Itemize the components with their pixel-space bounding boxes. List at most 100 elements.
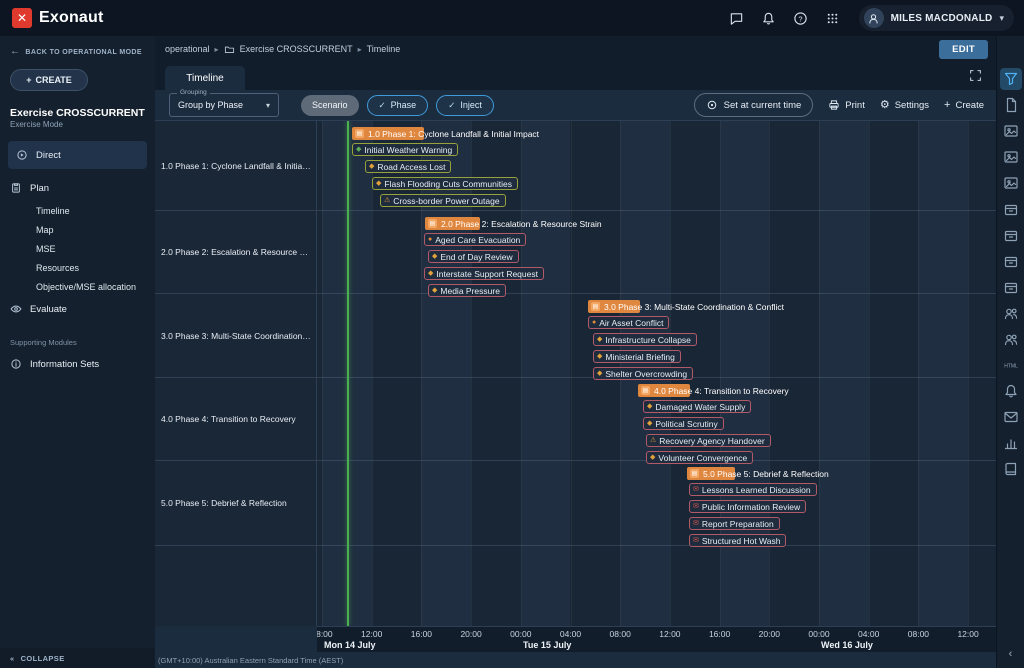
edit-button[interactable]: EDIT xyxy=(939,40,988,59)
phase-bar[interactable]: ▤ 1.0 Phase 1: Cyclone Landfall & Initial… xyxy=(352,127,539,140)
archive-icon[interactable] xyxy=(1000,250,1022,272)
exercise-mode-label: Exercise Mode xyxy=(0,120,155,139)
inject-item[interactable]: ◆Interstate Support Request xyxy=(424,267,544,280)
help-icon[interactable]: ? xyxy=(787,4,815,32)
create-timeline-item-button[interactable]: + Create xyxy=(944,100,984,111)
breadcrumb-timeline[interactable]: Timeline xyxy=(367,44,401,54)
inject-item[interactable]: ◆Damaged Water Supply xyxy=(643,400,751,413)
sidebar-collapse-button[interactable]: « COLLAPSE xyxy=(0,648,155,668)
card-icon[interactable] xyxy=(1000,120,1022,142)
mail-icon[interactable] xyxy=(1000,406,1022,428)
book-icon[interactable] xyxy=(1000,458,1022,480)
phase-row-label: 4.0 Phase 4: Transition to Recovery xyxy=(155,378,316,461)
document-icon[interactable] xyxy=(1000,94,1022,116)
phase-icon: ▤ xyxy=(690,469,699,478)
archive-icon[interactable] xyxy=(1000,276,1022,298)
phase-icon: ▤ xyxy=(355,129,364,138)
filter-icon[interactable] xyxy=(1000,68,1022,90)
archive-icon[interactable] xyxy=(1000,198,1022,220)
inject-item[interactable]: ⚠Recovery Agency Handover xyxy=(646,434,771,447)
topbar: ✕ Exonaut ? MILES MACDONALD ▾ xyxy=(0,0,1024,36)
avatar xyxy=(864,8,884,28)
back-to-operational-mode-link[interactable]: ← BACK TO OPERATIONAL MODE xyxy=(0,36,155,61)
bell-icon[interactable] xyxy=(1000,380,1022,402)
sidebar-item-evaluate[interactable]: Evaluate xyxy=(0,296,155,322)
phase-bar-label: 1.0 Phase 1: Cyclone Landfall & Initial … xyxy=(368,129,539,139)
inject-item[interactable]: ⚠Cross-border Power Outage xyxy=(380,194,506,207)
sidebar-item-information-sets[interactable]: Information Sets xyxy=(0,351,155,377)
sidebar-item-timeline[interactable]: Timeline xyxy=(0,201,155,220)
phase-group-row: ▤3.0 Phase 3: Multi-State Coordination &… xyxy=(317,294,996,378)
sidebar-item-map[interactable]: Map xyxy=(0,220,155,239)
inject-item[interactable]: ✉Public Information Review xyxy=(689,500,806,513)
inject-label: Volunteer Convergence xyxy=(658,453,747,463)
inject-type-icon: ◆ xyxy=(647,403,652,410)
inject-item[interactable]: ◆Road Access Lost xyxy=(365,160,451,173)
phase-bar[interactable]: ▤2.0 Phase 2: Escalation & Resource Stra… xyxy=(425,217,602,230)
card-icon[interactable] xyxy=(1000,172,1022,194)
inject-item[interactable]: ✉Lessons Learned Discussion xyxy=(689,483,817,496)
inject-item[interactable]: ◆Volunteer Convergence xyxy=(646,451,753,464)
inject-type-icon: ⚠ xyxy=(650,437,656,444)
phase-bar[interactable]: ▤4.0 Phase 4: Transition to Recovery xyxy=(638,384,789,397)
topbar-actions: ? MILES MACDONALD ▾ xyxy=(723,4,1014,32)
phase-bar[interactable]: ▤3.0 Phase 3: Multi-State Coordination &… xyxy=(588,300,784,313)
timeline-grid[interactable]: ▤ 1.0 Phase 1: Cyclone Landfall & Initial… xyxy=(317,121,996,626)
user-menu[interactable]: MILES MACDONALD ▾ xyxy=(859,5,1014,31)
sidebar-item-direct[interactable]: Direct xyxy=(8,141,147,169)
grouping-select[interactable]: Grouping Group by Phase ▾ xyxy=(169,93,279,117)
create-button[interactable]: + CREATE xyxy=(10,69,88,91)
fullscreen-icon[interactable] xyxy=(969,69,982,82)
archive-icon[interactable] xyxy=(1000,224,1022,246)
chip-inject[interactable]: ✓ Inject xyxy=(436,95,494,116)
sidebar-item-objective-mse-allocation[interactable]: Objective/MSE allocation xyxy=(0,277,155,296)
phase-row-label: 1.0 Phase 1: Cyclone Landfall & Initial … xyxy=(155,121,316,211)
inject-item[interactable]: ◆Media Pressure xyxy=(428,284,506,297)
inject-item[interactable]: ◆Shelter Overcrowding xyxy=(593,367,693,380)
inject-item[interactable]: ◆End of Day Review xyxy=(428,250,519,263)
day-label: Mon 14 July xyxy=(324,640,376,650)
users-icon[interactable] xyxy=(1000,302,1022,324)
back-arrow-icon: ← xyxy=(10,47,20,57)
apps-grid-icon[interactable] xyxy=(819,4,847,32)
chart-icon[interactable] xyxy=(1000,432,1022,454)
app-logo[interactable]: ✕ Exonaut xyxy=(12,8,104,28)
notifications-bell-icon[interactable] xyxy=(755,4,783,32)
phase-bar-label: 4.0 Phase 4: Transition to Recovery xyxy=(654,386,789,396)
inject-item[interactable]: ◆Ministerial Briefing xyxy=(593,350,681,363)
time-axis: 08:0012:0016:0020:0000:0004:0008:0012:00… xyxy=(317,626,996,652)
target-icon xyxy=(706,99,718,111)
card-icon[interactable] xyxy=(1000,146,1022,168)
inject-type-icon: ✉ xyxy=(693,520,699,527)
inject-item[interactable]: ●Aged Care Evacuation xyxy=(424,233,526,246)
inject-item[interactable]: ✉Structured Hot Wash xyxy=(689,534,786,547)
inject-item[interactable]: ◆Initial Weather Warning xyxy=(352,143,458,156)
inject-item[interactable]: ✉Report Preparation xyxy=(689,517,780,530)
chat-icon[interactable] xyxy=(723,4,751,32)
sidebar-item-resources[interactable]: Resources xyxy=(0,258,155,277)
rail-collapse-chevron-icon[interactable]: ‹ xyxy=(1009,648,1013,660)
inject-item[interactable]: ◆Political Scrutiny xyxy=(643,417,724,430)
chip-phase[interactable]: ✓ Phase xyxy=(367,95,429,116)
tab-timeline[interactable]: Timeline xyxy=(165,66,245,90)
grouping-select-value: Group by Phase xyxy=(178,100,266,110)
inject-item[interactable]: ●Air Asset Conflict xyxy=(588,316,669,329)
collapse-chevron-icon: « xyxy=(10,654,15,663)
users-icon[interactable] xyxy=(1000,328,1022,350)
inject-type-icon: ◆ xyxy=(597,336,602,343)
plan-icon xyxy=(10,182,22,194)
set-at-current-time-button[interactable]: Set at current time xyxy=(694,93,814,117)
breadcrumb-operational[interactable]: operational xyxy=(165,44,210,54)
sidebar-item-plan[interactable]: Plan xyxy=(0,175,155,201)
chip-scenario[interactable]: Scenario xyxy=(301,95,359,116)
tick-label: 20:00 xyxy=(759,629,780,639)
html-icon[interactable]: HTML xyxy=(1000,354,1022,376)
sidebar-item-mse[interactable]: MSE xyxy=(0,239,155,258)
settings-button[interactable]: ⚙ Settings xyxy=(880,100,929,111)
phase-bar[interactable]: ▤5.0 Phase 5: Debrief & Reflection xyxy=(687,467,829,480)
breadcrumb-exercise[interactable]: Exercise CROSSCURRENT xyxy=(240,44,353,54)
plus-icon: + xyxy=(944,100,950,111)
inject-item[interactable]: ◆Infrastructure Collapse xyxy=(593,333,697,346)
print-button[interactable]: Print xyxy=(828,99,865,111)
inject-item[interactable]: ◆Flash Flooding Cuts Communities xyxy=(372,177,518,190)
